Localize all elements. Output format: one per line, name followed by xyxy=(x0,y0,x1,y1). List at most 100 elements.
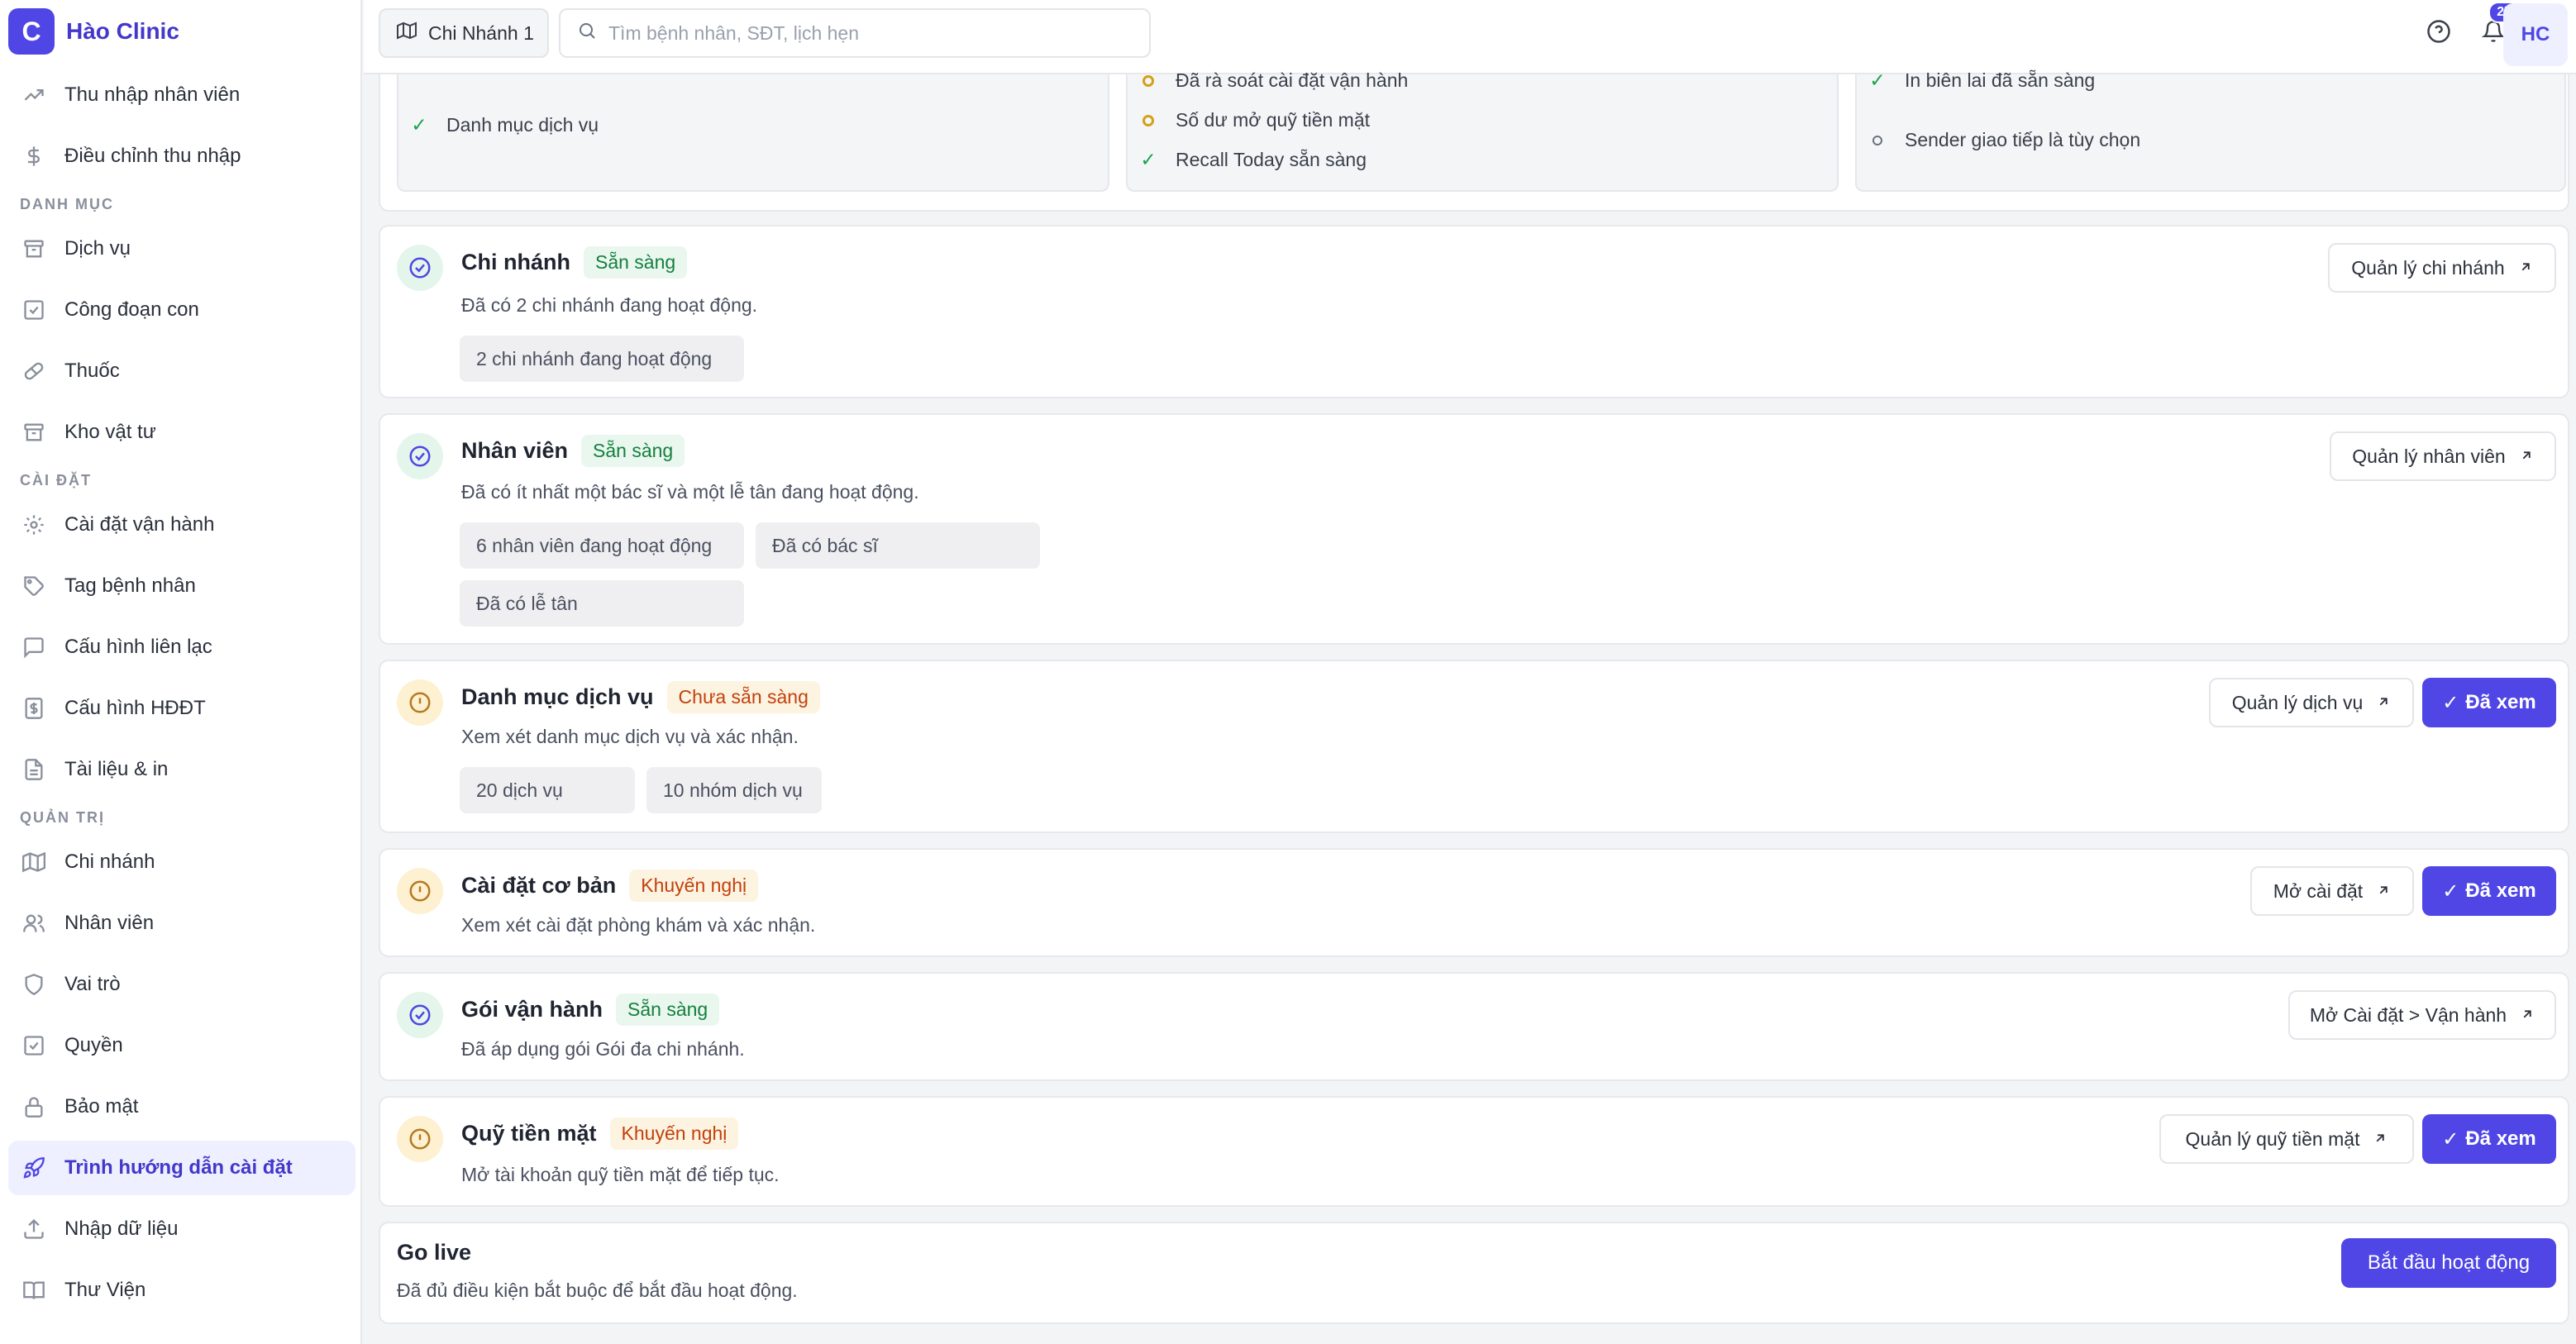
setup-card-operation-plan: Gói vận hành Sẵn sàng Đã áp dụng gói Gói… xyxy=(379,972,2569,1081)
pending-icon xyxy=(1143,114,1154,126)
sidebar-item-label: Nhập dữ liệu xyxy=(64,1218,179,1240)
invoice-icon xyxy=(21,696,46,721)
status-badge: Khuyến nghị xyxy=(629,870,759,902)
manage-services-button[interactable]: Quản lý dịch vụ xyxy=(2209,678,2414,727)
summary-item: ✓ In biên lai đã sẵn sàng xyxy=(1869,69,2096,91)
rocket-icon xyxy=(21,1156,46,1180)
card-title: Danh mục dịch vụ xyxy=(461,684,654,709)
check-icon: ✓ xyxy=(2442,879,2459,903)
card-title: Quỹ tiền mặt xyxy=(461,1121,597,1146)
sidebar-item-label: Điều chỉnh thu nhập xyxy=(64,145,241,167)
sidebar-item-label: Cấu hình liên lạc xyxy=(64,636,212,658)
stat-chip: 6 nhân viên đang hoạt động xyxy=(460,522,744,569)
manage-staff-button[interactable]: Quản lý nhân viên xyxy=(2330,431,2556,481)
circle-check-icon xyxy=(397,992,443,1038)
check-icon: ✓ xyxy=(1869,69,1886,91)
sidebar-item-income-adjust[interactable]: Điều chỉnh thu nhập xyxy=(8,129,355,183)
external-link-icon xyxy=(2376,880,2391,903)
sidebar-item-medicine[interactable]: Thuốc xyxy=(8,344,355,398)
card-title: Chi nhánh xyxy=(461,250,570,274)
brand[interactable]: C Hào Clinic xyxy=(8,7,179,56)
branch-selector[interactable]: Chi Nhánh 1 xyxy=(379,8,549,58)
open-settings-button[interactable]: Mở cài đặt xyxy=(2250,866,2414,916)
card-description: Đã có ít nhất một bác sĩ và một lễ tân đ… xyxy=(461,481,919,503)
setup-card-branches: Chi nhánh Sẵn sàng Đã có 2 chi nhánh đan… xyxy=(379,225,2569,398)
mark-reviewed-button[interactable]: ✓ Đã xem xyxy=(2422,678,2556,727)
sidebar-item-security[interactable]: Bảo mật xyxy=(8,1079,355,1134)
check-icon: ✓ xyxy=(411,114,427,136)
archive-icon xyxy=(21,236,46,261)
sidebar-item-branches[interactable]: Chi nhánh xyxy=(8,835,355,889)
sidebar-item-operation-settings[interactable]: Cài đặt vận hành xyxy=(8,498,355,552)
alert-circle-icon xyxy=(397,1116,443,1162)
sidebar-item-setup-wizard[interactable]: Trình hướng dẫn cài đặt xyxy=(8,1141,355,1195)
card-title: Nhân viên xyxy=(461,438,569,463)
summary-item: Đã rà soát cài đặt vận hành xyxy=(1139,69,1408,92)
check-icon: ✓ xyxy=(2442,1127,2459,1151)
trending-up-icon xyxy=(21,83,46,107)
check-icon: ✓ xyxy=(1140,149,1157,170)
card-description: Xem xét danh mục dịch vụ và xác nhận. xyxy=(461,726,799,747)
box-icon xyxy=(21,420,46,445)
pending-icon xyxy=(1143,74,1154,87)
mark-reviewed-button[interactable]: ✓ Đã xem xyxy=(2422,866,2556,916)
external-link-icon xyxy=(2520,1004,2535,1027)
mark-reviewed-button[interactable]: ✓ Đã xem xyxy=(2422,1114,2556,1164)
card-title: Gói vận hành xyxy=(461,997,603,1022)
start-operation-button[interactable]: Bắt đầu hoạt động xyxy=(2341,1238,2556,1288)
circle-check-icon xyxy=(397,433,443,479)
stat-chip: Đã có lễ tân xyxy=(460,580,744,627)
open-operation-settings-button[interactable]: Mở Cài đặt > Vận hành xyxy=(2288,990,2556,1040)
sidebar-item-staff[interactable]: Nhân viên xyxy=(8,896,355,951)
sidebar-item-label: Thuốc xyxy=(64,360,120,382)
status-badge: Khuyến nghị xyxy=(609,1118,739,1150)
alert-circle-icon xyxy=(397,679,443,726)
setup-card-basic-settings: Cài đặt cơ bản Khuyến nghị Xem xét cài đ… xyxy=(379,848,2569,957)
help-button[interactable] xyxy=(2416,10,2462,56)
manage-branches-button[interactable]: Quản lý chi nhánh xyxy=(2328,243,2556,293)
sidebar-item-inventory[interactable]: Kho vật tư xyxy=(8,405,355,460)
sidebar-item-einvoice-config[interactable]: Cấu hình HĐĐT xyxy=(8,681,355,736)
checkbox-icon xyxy=(21,298,46,322)
manage-cash-fund-button[interactable]: Quản lý quỹ tiền mặt xyxy=(2159,1114,2414,1164)
sidebar-nav: Thu nhập nhân viên Điều chỉnh thu nhập D… xyxy=(8,68,355,1324)
summary-item: ✓ Danh mục dịch vụ xyxy=(411,114,599,136)
summary-item: ✓ Recall Today sẵn sàng xyxy=(1140,149,1367,170)
sidebar-item-services[interactable]: Dịch vụ xyxy=(8,222,355,276)
card-header: Gói vận hành Sẵn sàng xyxy=(461,994,720,1026)
stat-chip: 20 dịch vụ xyxy=(460,767,635,813)
users-icon xyxy=(21,911,46,936)
alert-circle-icon xyxy=(397,868,443,914)
map-icon xyxy=(21,850,46,875)
sidebar-item-permissions[interactable]: Quyền xyxy=(8,1018,355,1073)
sidebar: C Hào Clinic Thu nhập nhân viên Điều chỉ… xyxy=(0,0,362,1344)
sidebar-item-roles[interactable]: Vai trò xyxy=(8,957,355,1012)
sidebar-item-import[interactable]: Nhập dữ liệu xyxy=(8,1202,355,1256)
sidebar-item-label: Nhân viên xyxy=(64,912,155,934)
circle-check-icon xyxy=(397,245,443,291)
summary-column-operations: Đã rà soát cài đặt vận hành Số dư mở quỹ… xyxy=(1126,69,1839,192)
sidebar-item-label: Tag bệnh nhân xyxy=(64,574,196,597)
sidebar-item-patient-tags[interactable]: Tag bệnh nhân xyxy=(8,559,355,613)
branch-label: Chi Nhánh 1 xyxy=(428,21,534,44)
search-input[interactable]: Tìm bệnh nhân, SĐT, lịch hẹn xyxy=(559,8,1151,58)
sidebar-item-staff-income[interactable]: Thu nhập nhân viên xyxy=(8,68,355,122)
sidebar-item-label: Bảo mật xyxy=(64,1095,139,1118)
sidebar-item-label: Cài đặt vận hành xyxy=(64,513,215,536)
section-catalog: DANH MỤC xyxy=(20,195,114,212)
sidebar-item-substeps[interactable]: Công đoạn con xyxy=(8,283,355,337)
go-live-title: Go live xyxy=(397,1240,472,1265)
section-admin: QUẢN TRỊ xyxy=(20,808,105,826)
summary-item: Sender giao tiếp là tùy chọn xyxy=(1868,129,2140,151)
external-link-icon xyxy=(2518,257,2533,279)
sidebar-item-contact-config[interactable]: Cấu hình liên lạc xyxy=(8,620,355,674)
sidebar-item-documents[interactable]: Tài liệu & in xyxy=(8,742,355,797)
lock-icon xyxy=(21,1094,46,1119)
status-badge: Sẵn sàng xyxy=(583,246,688,279)
status-badge: Sẵn sàng xyxy=(616,994,720,1026)
search-placeholder: Tìm bệnh nhân, SĐT, lịch hẹn xyxy=(608,21,859,44)
avatar[interactable]: HC xyxy=(2503,3,2568,66)
sidebar-item-label: Tài liệu & in xyxy=(64,758,169,780)
sidebar-item-label: Vai trò xyxy=(64,973,121,995)
sidebar-item-library[interactable]: Thư Viện xyxy=(8,1263,355,1318)
